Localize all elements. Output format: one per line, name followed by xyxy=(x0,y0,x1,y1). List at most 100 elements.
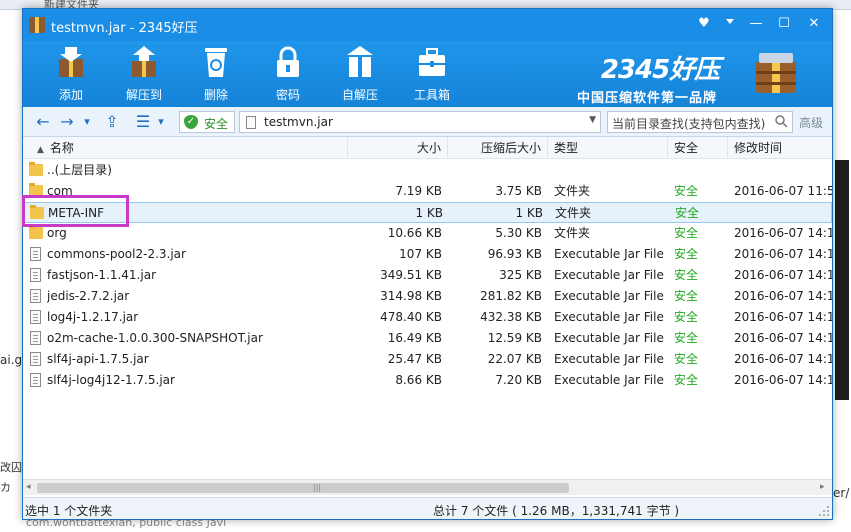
archive-summary: 总计 7 个文件 ( 1.26 MB，1,331,741 字节 ) xyxy=(433,504,680,518)
file-type: Executable Jar File xyxy=(554,352,664,366)
title-bar[interactable]: testmvn.jar - 2345好压 ♥ — ☐ ✕ xyxy=(23,9,832,41)
file-type xyxy=(554,160,668,181)
advanced-search-link[interactable]: 高级 xyxy=(799,114,823,131)
scroll-right-arrow[interactable]: ▸ xyxy=(820,482,825,492)
file-row[interactable]: org 10.66 KB 5.30 KB 文件夹 安全 2016-06-07 14:10 xyxy=(23,223,832,244)
file-type: 文件夹 xyxy=(554,184,591,198)
file-modified: 2016-06-07 14:10 xyxy=(734,310,832,324)
up-folder-button[interactable]: ⇪ xyxy=(101,111,123,133)
file-icon xyxy=(30,289,41,303)
window-title: testmvn.jar - 2345好压 xyxy=(51,21,198,36)
file-security: 安全 xyxy=(674,352,699,366)
file-type: Executable Jar File xyxy=(554,310,664,324)
toolbox-icon xyxy=(419,48,445,76)
tool-delete-button[interactable]: 删除 xyxy=(188,41,244,107)
back-button[interactable]: ← xyxy=(33,111,53,133)
file-row[interactable]: fastjson-1.1.41.jar 349.51 KB 325 KB Execut… xyxy=(23,265,832,286)
file-packed-size: 432.38 KB xyxy=(480,310,542,324)
security-check-button[interactable]: ✓ 安全 xyxy=(179,111,235,133)
column-header-security[interactable]: 安全 xyxy=(668,137,728,159)
file-row[interactable]: slf4j-api-1.7.5.jar 25.47 KB 22.07 KB Execu… xyxy=(23,349,832,370)
tool-toolbox-button[interactable]: 工具箱 xyxy=(404,41,460,107)
file-packed-size: 281.82 KB xyxy=(480,289,542,303)
forward-button[interactable]: → xyxy=(57,111,77,133)
background-fragment: カ xyxy=(0,481,11,494)
file-size: 349.51 KB xyxy=(380,268,442,282)
path-field[interactable]: testmvn.jar ▼ xyxy=(239,111,601,133)
tool-password-button[interactable]: 密码 xyxy=(260,41,316,107)
file-row[interactable]: ..(上层目录) xyxy=(23,160,832,181)
file-size: 314.98 KB xyxy=(380,289,442,303)
skin-heart-button[interactable]: ♥ xyxy=(693,14,715,34)
background-right-window: er/ xyxy=(833,10,851,532)
brand-name: 2345好压 xyxy=(600,55,720,85)
resize-grip-icon[interactable] xyxy=(818,505,830,517)
app-logo-icon xyxy=(29,17,45,33)
navigation-bar: ← → ▾ ⇪ ☰ ▾ ✓ 安全 testmvn.jar ▼ 当前目录查找(支持… xyxy=(23,107,832,137)
scrollbar-thumb[interactable]: ||| xyxy=(37,483,569,493)
brand-slogan: 中国压缩软件第一品牌 xyxy=(577,91,718,106)
file-row[interactable]: slf4j-log4j12-1.7.5.jar 8.66 KB 7.20 KB Exe… xyxy=(23,370,832,391)
tool-extract-button[interactable]: 解压到 xyxy=(116,41,172,107)
file-row[interactable]: commons-pool2-2.3.jar 107 KB 96.93 KB Execu… xyxy=(23,244,832,265)
shield-check-icon: ✓ xyxy=(184,115,198,129)
column-header-size[interactable]: 大小 xyxy=(348,137,448,159)
file-icon xyxy=(30,373,41,387)
file-modified: 2016-06-07 14:10 xyxy=(734,226,832,240)
tool-label: 解压到 xyxy=(125,88,162,102)
tool-label: 工具箱 xyxy=(413,88,450,102)
add-archive-icon xyxy=(59,47,83,77)
file-name: o2m-cache-1.0.0.300-SNAPSHOT.jar xyxy=(47,331,263,345)
path-dropdown-icon[interactable]: ▼ xyxy=(589,115,596,125)
view-mode-dropdown[interactable]: ▾ xyxy=(155,111,167,133)
selection-highlight-annotation xyxy=(22,195,129,227)
file-size: 16.49 KB xyxy=(387,331,442,345)
file-row[interactable]: com 7.19 KB 3.75 KB 文件夹 安全 2016-06-07 11:55 xyxy=(23,181,832,202)
self-extract-icon xyxy=(347,46,373,77)
file-security: 安全 xyxy=(674,331,699,345)
maximize-button[interactable]: ☐ xyxy=(773,14,795,34)
file-row[interactable]: jedis-2.7.2.jar 314.98 KB 281.82 KB Executa… xyxy=(23,286,832,307)
file-type: Executable Jar File xyxy=(554,247,664,261)
file-security: 安全 xyxy=(674,373,699,387)
history-dropdown[interactable]: ▾ xyxy=(81,111,93,133)
file-modified xyxy=(734,160,832,181)
view-mode-button[interactable]: ☰ xyxy=(133,111,153,133)
search-placeholder: 当前目录查找(支持包内查找) xyxy=(612,117,766,131)
archive-file-icon xyxy=(246,116,256,129)
horizontal-scrollbar[interactable]: ◂ ||| ▸ xyxy=(23,479,832,495)
tool-self-extract-button[interactable]: 自解压 xyxy=(332,41,388,107)
file-packed-size: 12.59 KB xyxy=(487,331,542,345)
file-name: fastjson-1.1.41.jar xyxy=(47,268,157,282)
file-name: ..(上层目录) xyxy=(47,163,112,177)
search-input[interactable]: 当前目录查找(支持包内查找) xyxy=(607,111,793,133)
file-row[interactable]: log4j-1.2.17.jar 478.40 KB 432.38 KB Execut… xyxy=(23,307,832,328)
file-security: 安全 xyxy=(675,206,700,220)
background-dark-panel xyxy=(835,160,849,400)
extract-icon xyxy=(132,46,156,77)
background-fragment: ai.g xyxy=(0,353,23,367)
column-header-modified[interactable]: 修改时间 xyxy=(728,137,832,159)
column-header-name[interactable]: ▲ 名称 xyxy=(23,137,348,159)
file-packed-size xyxy=(448,160,542,181)
file-row[interactable]: META-INF 1 KB 1 KB 文件夹 安全 xyxy=(23,202,832,223)
tool-label: 删除 xyxy=(203,88,228,102)
file-size: 25.47 KB xyxy=(387,352,442,366)
file-type: Executable Jar File xyxy=(554,289,664,303)
column-header-type[interactable]: 类型 xyxy=(548,137,668,159)
menu-button[interactable] xyxy=(719,14,741,34)
column-header-packed-size[interactable]: 压缩后大小 xyxy=(448,137,548,159)
archive-brand-logo-icon xyxy=(756,53,796,93)
file-row[interactable]: o2m-cache-1.0.0.300-SNAPSHOT.jar 16.49 KB… xyxy=(23,328,832,349)
scroll-left-arrow[interactable]: ◂ xyxy=(26,482,31,492)
file-modified: 2016-06-07 14:10 xyxy=(734,247,832,261)
file-size: 8.66 KB xyxy=(395,373,442,387)
recycle-bin-icon xyxy=(205,48,227,77)
tool-add-button[interactable]: 添加 xyxy=(43,41,99,107)
search-icon[interactable] xyxy=(774,114,788,128)
minimize-button[interactable]: — xyxy=(745,14,767,34)
close-button[interactable]: ✕ xyxy=(803,14,825,34)
tool-label: 密码 xyxy=(275,88,300,102)
file-packed-size: 1 KB xyxy=(515,206,543,220)
file-packed-size: 5.30 KB xyxy=(495,226,542,240)
